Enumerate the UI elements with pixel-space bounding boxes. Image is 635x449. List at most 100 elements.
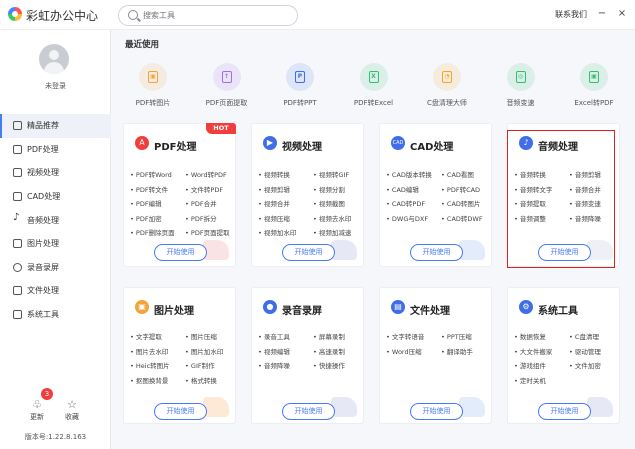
start-button[interactable]: 开始使用 — [154, 244, 207, 261]
feature-item[interactable]: • 视频截图 — [313, 198, 345, 208]
feature-item[interactable]: • 音频合并 — [569, 184, 601, 194]
feature-item[interactable]: • 视频加减速 — [313, 227, 351, 237]
feature-item[interactable]: • PDF转Word — [130, 169, 172, 179]
close-button[interactable]: × — [615, 7, 629, 21]
search-box[interactable] — [118, 5, 298, 26]
contact-us-link[interactable]: 联系我们 — [555, 9, 587, 20]
feature-item[interactable]: • 视频转GIF — [313, 169, 349, 179]
feature-item[interactable]: • 图片压缩 — [185, 331, 217, 341]
feature-item[interactable]: • 视频编辑 — [258, 346, 290, 356]
recent-tool-item[interactable]: ◔ C盘清理大师 — [412, 63, 482, 108]
feature-item[interactable]: • 屏幕录制 — [313, 331, 345, 341]
feature-item[interactable]: • 数据恢复 — [514, 331, 546, 341]
recent-tool-item[interactable]: ▣ Excel转PDF — [559, 63, 629, 108]
feature-item[interactable]: • PDF编辑 — [130, 198, 162, 208]
feature-item[interactable]: • Word压缩 — [386, 346, 422, 356]
avatar[interactable] — [39, 44, 69, 74]
feature-item[interactable]: • 翻译助手 — [441, 346, 473, 356]
feature-item[interactable]: • 驱动管理 — [569, 346, 601, 356]
feature-item[interactable]: • 视频加水印 — [258, 227, 296, 237]
feature-label: C盘清理 — [574, 333, 599, 341]
feature-item[interactable]: • CAD转图片 — [441, 198, 480, 208]
feature-item[interactable]: • 视频剪辑 — [258, 184, 290, 194]
feature-item[interactable]: • PDF页面提取 — [185, 227, 230, 237]
feature-item[interactable]: • PDF转CAD — [441, 184, 480, 194]
feature-item[interactable]: • 音频转文字 — [514, 184, 552, 194]
feature-item[interactable]: • 游戏组件 — [514, 360, 546, 370]
feature-item[interactable]: • 视频分割 — [313, 184, 345, 194]
feature-item[interactable]: • 图片去水印 — [130, 346, 168, 356]
favorite-button[interactable]: ☆ 收藏 — [57, 398, 87, 422]
feature-item[interactable]: • CAD转DWF — [441, 213, 483, 223]
feature-item[interactable]: • PDF拆分 — [185, 213, 217, 223]
feature-item[interactable]: • 文字提取 — [130, 331, 162, 341]
recent-tool-item[interactable]: X PDF转Excel — [339, 63, 409, 108]
feature-item[interactable]: • 抠图换背景 — [130, 375, 168, 385]
feature-item[interactable]: • PPT压缩 — [441, 331, 472, 341]
feature-item[interactable]: • 文字转语音 — [386, 331, 424, 341]
start-button[interactable]: 开始使用 — [154, 403, 207, 420]
feature-item[interactable]: • 视频转换 — [258, 169, 290, 179]
feature-item[interactable]: • 文件转PDF — [185, 184, 223, 194]
recent-tool-item[interactable]: P PDF转PPT — [265, 63, 335, 108]
feature-item[interactable]: • 大文件搬家 — [514, 346, 552, 356]
feature-item[interactable]: • CAD转PDF — [386, 198, 425, 208]
feature-item[interactable]: • PDF转文件 — [130, 184, 168, 194]
feature-item[interactable]: • 文件加密 — [569, 360, 601, 370]
feature-item[interactable]: • 音频调整 — [514, 213, 546, 223]
feature-item[interactable]: • 音频变速 — [569, 198, 601, 208]
feature-item[interactable]: • 视频压缩 — [258, 213, 290, 223]
feature-item[interactable]: • CAD编辑 — [386, 184, 419, 194]
feature-item[interactable]: • DWG与DXF — [386, 213, 428, 223]
start-button[interactable]: 开始使用 — [538, 244, 591, 261]
feature-item[interactable]: • CAD版本转换 — [386, 169, 432, 179]
minimize-button[interactable]: − — [595, 7, 609, 21]
feature-item[interactable]: • Word转PDF — [185, 169, 227, 179]
feature-item[interactable]: • 音频提取 — [514, 198, 546, 208]
feature-item[interactable]: • 视频去水印 — [313, 213, 351, 223]
recent-tool-item[interactable]: ↑ PDF页面提取 — [192, 63, 262, 108]
user-name[interactable]: 未登录 — [0, 81, 111, 91]
sidebar-item-pdf[interactable]: PDF处理 — [0, 138, 111, 162]
start-button[interactable]: 开始使用 — [282, 244, 335, 261]
feature-item[interactable]: • 视频合并 — [258, 198, 290, 208]
feature-item[interactable]: • 音频降噪 — [569, 213, 601, 223]
sidebar-item-file[interactable]: 文件处理 — [0, 279, 111, 303]
feature-item[interactable]: • PDF删除页面 — [130, 227, 175, 237]
sidebar-item-video[interactable]: 视频处理 — [0, 161, 111, 185]
feature-item[interactable]: • 音频转换 — [514, 169, 546, 179]
feature-item[interactable]: • PDF合并 — [185, 198, 217, 208]
feature-item[interactable]: • 定时关机 — [514, 375, 546, 385]
update-button[interactable]: 3 ♧ 更新 — [22, 388, 53, 422]
start-button[interactable]: 开始使用 — [538, 403, 591, 420]
feature-item[interactable]: • 高速录制 — [313, 346, 345, 356]
sidebar-item-audio[interactable]: 音频处理 — [0, 208, 111, 232]
search-input[interactable] — [143, 8, 293, 23]
feature-item[interactable]: • PDF加密 — [130, 213, 162, 223]
feature-item[interactable]: • 录音工具 — [258, 331, 290, 341]
sidebar-item-system[interactable]: 系统工具 — [0, 303, 111, 327]
feature-item[interactable]: • 快捷操作 — [313, 360, 345, 370]
feature-item[interactable]: • C盘清理 — [569, 331, 599, 341]
feature-item[interactable]: • Heic转图片 — [130, 360, 170, 370]
feature-item[interactable]: • CAD看图 — [441, 169, 474, 179]
sidebar-item-featured[interactable]: 精品推荐 — [0, 114, 111, 138]
category-icon: ▶ — [263, 136, 277, 150]
start-button[interactable]: 开始使用 — [282, 403, 335, 420]
sidebar-item-recording[interactable]: 录音录屏 — [0, 256, 111, 280]
start-button[interactable]: 开始使用 — [410, 403, 463, 420]
feature-item[interactable]: • GIF制作 — [185, 360, 215, 370]
feature-label: 视频剪辑 — [263, 185, 290, 194]
recent-tool-item[interactable]: ◎ 音频变速 — [486, 63, 556, 108]
feature-item[interactable]: • 格式转换 — [185, 375, 217, 385]
sidebar-item-cad[interactable]: CAD处理 — [0, 185, 111, 209]
recent-tool-item[interactable]: ▣ PDF转图片 — [118, 63, 188, 108]
feature-item[interactable]: • 图片加水印 — [185, 346, 223, 356]
feature-item[interactable]: • 音频剪辑 — [569, 169, 601, 179]
feature-label: 文字提取 — [135, 333, 162, 341]
decorative-illustration — [331, 240, 357, 260]
feature-item[interactable]: • 音频降噪 — [258, 360, 290, 370]
sidebar-item-image[interactable]: 图片处理 — [0, 232, 111, 256]
start-button[interactable]: 开始使用 — [410, 244, 463, 261]
category-card: ● 录音录屏 • 录音工具 • 屏幕录制 • 视频编辑 • 高速录制 • 音频降噪 • 快捷操… — [251, 287, 364, 424]
